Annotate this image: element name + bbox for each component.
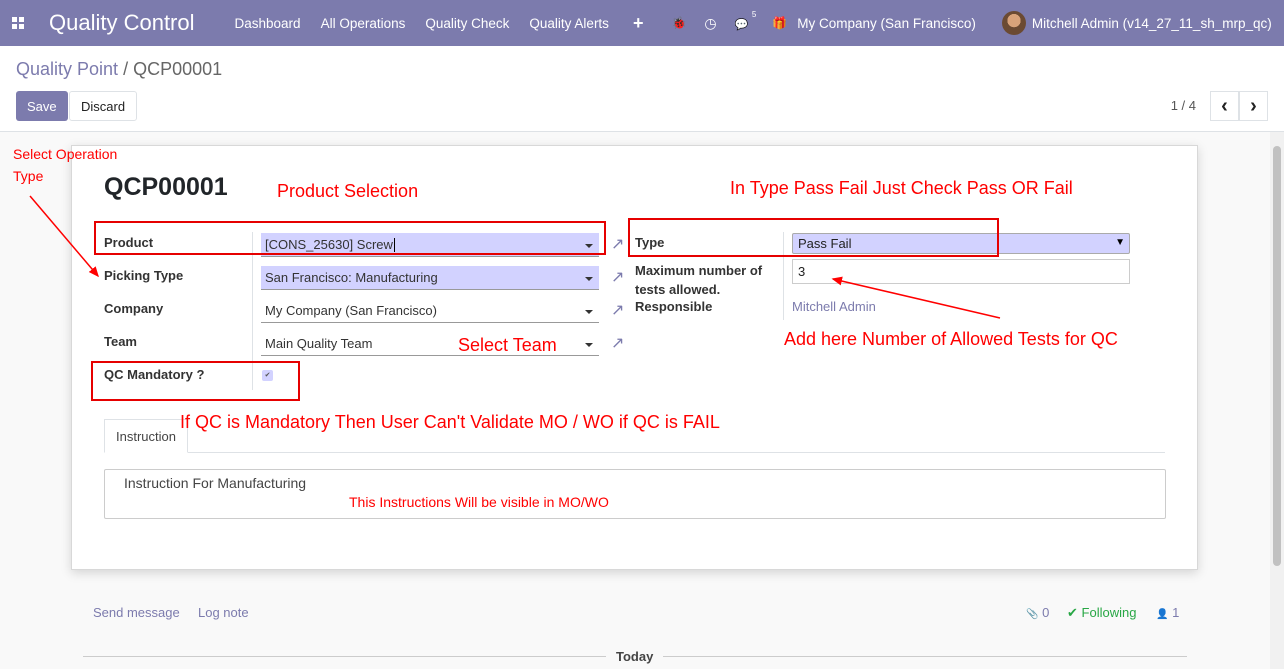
attachments-count: 0 xyxy=(1042,605,1050,620)
annotation-mandatory-note: If QC is Mandatory Then User Can't Valid… xyxy=(180,412,720,432)
picking-type-field[interactable]: San Francisco: Manufacturing xyxy=(261,266,599,290)
plus-icon[interactable]: + xyxy=(633,13,644,34)
picking-type-label: Picking Type xyxy=(104,268,184,283)
followers-count: 1 xyxy=(1172,605,1180,620)
check-icon: ✔ xyxy=(1067,605,1078,620)
annotation-box-type xyxy=(628,218,999,257)
company-label: Company xyxy=(104,301,164,316)
notebook-tabs-border xyxy=(104,452,1165,453)
breadcrumb-current: QCP00001 xyxy=(133,59,223,79)
breadcrumb-parent[interactable]: Quality Point xyxy=(16,59,118,79)
log-note-button[interactable]: Log note xyxy=(198,605,249,620)
chat-icon[interactable]: 💬 5 xyxy=(734,10,757,31)
today-separator: Today xyxy=(616,649,654,664)
apps-menu-icon[interactable] xyxy=(2,0,34,46)
paperclip-icon: 📎 xyxy=(1026,609,1039,620)
company-field[interactable]: My Company (San Francisco) xyxy=(261,299,599,323)
annotation-instruction-note: This Instructions Will be visible in MO/… xyxy=(349,494,609,510)
company-value: My Company (San Francisco) xyxy=(265,303,437,318)
menu-quality-alerts[interactable]: Quality Alerts xyxy=(529,16,609,31)
team-value: Main Quality Team xyxy=(265,336,373,351)
bug-icon[interactable]: 🐞 xyxy=(671,16,686,30)
chevron-left-icon: ‹ xyxy=(1221,95,1228,117)
chat-count-badge: 5 xyxy=(751,10,757,19)
pager-value[interactable]: 1 / 4 xyxy=(1171,98,1196,113)
followers-button[interactable]: 👤 1 xyxy=(1156,605,1179,620)
annotation-select-team: Select Team xyxy=(458,335,557,355)
annotation-box-product xyxy=(94,221,606,255)
company-external-link-icon[interactable]: ↗ xyxy=(611,300,624,320)
pager-next-button[interactable]: › xyxy=(1239,91,1268,121)
send-message-button[interactable]: Send message xyxy=(93,605,180,620)
tab-instruction[interactable]: Instruction xyxy=(104,419,188,453)
instruction-text: Instruction For Manufacturing xyxy=(124,475,307,491)
save-button[interactable]: Save xyxy=(16,91,68,121)
responsible-link[interactable]: Mitchell Admin xyxy=(792,299,876,314)
max-tests-input[interactable]: 3 xyxy=(792,259,1130,284)
breadcrumb: Quality Point / QCP00001 xyxy=(16,59,222,80)
gift-icon[interactable]: 🎁 xyxy=(772,16,787,30)
avatar[interactable] xyxy=(1001,11,1026,35)
company-switcher[interactable]: My Company (San Francisco) xyxy=(797,16,976,31)
max-tests-label: Maximum number of tests allowed. xyxy=(635,263,763,297)
following-label: Following xyxy=(1081,605,1137,620)
menu-dashboard[interactable]: Dashboard xyxy=(235,16,301,31)
team-external-link-icon[interactable]: ↗ xyxy=(611,333,624,353)
menu-quality-check[interactable]: Quality Check xyxy=(425,16,509,31)
product-external-link-icon[interactable]: ↗ xyxy=(611,234,624,254)
annotation-allowed-tests: Add here Number of Allowed Tests for QC xyxy=(784,329,1118,349)
pager-prev-button[interactable]: ‹ xyxy=(1210,91,1239,121)
picking-type-value: San Francisco: Manufacturing xyxy=(265,270,438,285)
attachments-button[interactable]: 📎 0 xyxy=(1026,605,1049,620)
discard-button[interactable]: Discard xyxy=(69,91,138,121)
vertical-scrollbar[interactable] xyxy=(1270,132,1284,669)
top-navbar: Quality Control Dashboard All Operations… xyxy=(0,0,1284,46)
responsible-label: Responsible xyxy=(635,299,713,314)
team-label: Team xyxy=(104,334,137,349)
app-title[interactable]: Quality Control xyxy=(49,10,195,36)
pager-buttons: ‹ › xyxy=(1210,91,1268,121)
annotation-product-selection: Product Selection xyxy=(277,181,419,201)
menu-all-operations[interactable]: All Operations xyxy=(321,16,406,31)
annotation-type-note: In Type Pass Fail Just Check Pass OR Fai… xyxy=(730,178,1073,198)
chevron-right-icon: › xyxy=(1250,95,1257,117)
breadcrumb-separator: / xyxy=(123,59,129,79)
control-panel: Quality Point / QCP00001 Save Discard 1 … xyxy=(0,46,1284,132)
clock-icon[interactable]: ◷ xyxy=(704,15,716,32)
annotation-box-qc-mandatory xyxy=(91,361,300,401)
today-divider-right xyxy=(663,656,1187,657)
user-menu[interactable]: Mitchell Admin (v14_27_11_sh_mrp_qc) xyxy=(1032,16,1272,31)
picking-type-external-link-icon[interactable]: ↗ xyxy=(611,267,624,287)
following-button[interactable]: ✔ Following xyxy=(1067,605,1136,621)
chat-glyph: 💬 xyxy=(734,19,749,31)
chevron-down-icon: ▼ xyxy=(1115,237,1125,248)
annotation-select-operation: Select Operation Type xyxy=(13,146,118,184)
record-title: QCP00001 xyxy=(104,173,228,201)
today-divider-left xyxy=(83,656,606,657)
user-icon: 👤 xyxy=(1156,609,1169,620)
